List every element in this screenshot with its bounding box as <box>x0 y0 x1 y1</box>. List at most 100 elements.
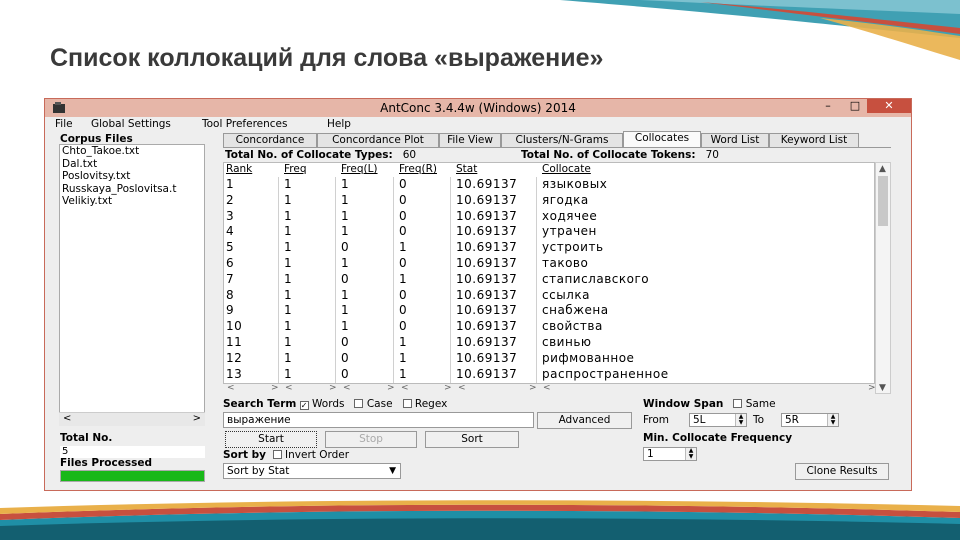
column-header-rank[interactable]: Rank <box>226 163 252 175</box>
cell-stat: 10.69137 <box>456 350 518 365</box>
cell-stat: 10.69137 <box>456 303 518 318</box>
words-checkbox[interactable]: ✓ <box>299 401 309 410</box>
spinner-arrows-icon[interactable]: ▲ ▼ <box>685 448 696 460</box>
cell-rank: 10 <box>226 319 243 334</box>
menu-file[interactable]: File <box>55 118 73 130</box>
case-checkbox[interactable] <box>354 399 364 408</box>
corpus-file-list[interactable]: Chto_Takoe.txt Dal.txt Poslovitsy.txt Ru… <box>59 144 205 426</box>
cell-freq: 1 <box>284 177 293 191</box>
maximize-button[interactable]: □ <box>842 99 868 113</box>
cell-freq-l: 1 <box>341 208 350 223</box>
window-span-label: Window Span <box>643 398 724 410</box>
case-label: Case <box>366 398 393 410</box>
bottom-ribbon-decoration <box>0 500 960 540</box>
search-term-label: Search Term <box>223 398 297 410</box>
to-spinner[interactable]: 5R ▲ ▼ <box>781 413 839 427</box>
cell-freq-l: 0 <box>341 350 350 365</box>
cell-stat: 10.69137 <box>456 287 518 302</box>
scroll-down-icon[interactable]: ▼ <box>879 383 886 393</box>
window-span-row: Window Span Same <box>643 398 776 410</box>
table-row[interactable]: 3 1 1 0 10.69137 ходячее <box>224 209 874 225</box>
column-header-collocate[interactable]: Collocate <box>542 163 591 175</box>
column-header-stat[interactable]: Stat <box>456 163 477 175</box>
scroll-right-icon[interactable]: > <box>193 413 201 424</box>
cell-stat: 10.69137 <box>456 256 518 270</box>
collocate-tokens-label: Total No. of Collocate Tokens: <box>521 149 696 161</box>
tab-concordance-plot[interactable]: Concordance Plot <box>317 133 439 148</box>
slide-title: Список коллокаций для слова «выражение» <box>50 44 604 72</box>
total-files-label: Total No. <box>60 432 113 444</box>
to-label: To <box>753 414 765 426</box>
min-frequency-spinner[interactable]: 1 ▲ ▼ <box>643 447 697 461</box>
cell-rank: 3 <box>226 208 235 223</box>
collocates-table[interactable]: Rank Freq Freq(L) Freq(R) Stat Collocate… <box>223 162 875 384</box>
menu-help[interactable]: Help <box>327 118 351 130</box>
column-header-freq[interactable]: Freq <box>284 163 307 175</box>
column-header-freq-l[interactable]: Freq(L) <box>341 163 378 175</box>
clone-results-button[interactable]: Clone Results <box>795 463 889 480</box>
same-checkbox[interactable] <box>733 399 743 408</box>
table-row[interactable]: 5 1 0 1 10.69137 устроить <box>224 240 874 256</box>
column-header-freq-r[interactable]: Freq(R) <box>399 163 437 175</box>
tab-collocates[interactable]: Collocates <box>623 131 701 147</box>
corpus-file-item[interactable]: Poslovitsy.txt <box>60 170 204 183</box>
title-bar[interactable]: AntConc 3.4.4w (Windows) 2014 – □ ✕ <box>45 99 911 117</box>
minimize-button[interactable]: – <box>815 99 841 113</box>
table-row[interactable]: 8 1 1 0 10.69137 ссылка <box>224 288 874 304</box>
corpus-horizontal-scrollbar[interactable]: < > <box>59 412 205 426</box>
table-row[interactable]: 9 1 1 0 10.69137 снабжена <box>224 303 874 319</box>
cell-freq-l: 0 <box>341 335 350 349</box>
spinner-arrows-icon[interactable]: ▲ ▼ <box>827 414 838 426</box>
search-term-input[interactable]: выражение <box>223 412 534 428</box>
stop-button[interactable]: Stop <box>325 431 417 448</box>
cell-freq: 1 <box>284 287 293 302</box>
corpus-file-item[interactable]: Chto_Takoe.txt <box>60 145 204 158</box>
cell-collocate: свинью <box>542 335 592 349</box>
table-row[interactable]: 7 1 0 1 10.69137 стапиславского <box>224 272 874 288</box>
cell-freq-l: 1 <box>341 256 350 270</box>
cell-freq-l: 0 <box>341 271 350 286</box>
cell-collocate: свойства <box>542 319 603 334</box>
tab-clusters-ngrams[interactable]: Clusters/N-Grams <box>501 133 623 148</box>
cell-freq: 1 <box>284 319 293 334</box>
table-vertical-scrollbar[interactable]: ▲ ▼ <box>875 162 891 394</box>
sort-by-select[interactable]: Sort by Stat ▼ <box>223 463 401 479</box>
scroll-thumb[interactable] <box>878 176 888 226</box>
min-collocate-frequency-label: Min. Collocate Frequency <box>643 432 793 444</box>
menu-global-settings[interactable]: Global Settings <box>91 118 171 130</box>
spinner-arrows-icon[interactable]: ▲ ▼ <box>735 414 746 426</box>
table-row[interactable]: 10 1 1 0 10.69137 свойства <box>224 319 874 335</box>
regex-checkbox[interactable] <box>402 399 412 408</box>
close-button[interactable]: ✕ <box>867 99 911 113</box>
table-row[interactable]: 6 1 1 0 10.69137 таково <box>224 256 874 272</box>
invert-order-checkbox[interactable] <box>272 450 282 459</box>
scroll-up-icon[interactable]: ▲ <box>879 164 886 174</box>
start-button[interactable]: Start <box>225 431 317 448</box>
cell-collocate: таково <box>542 256 589 270</box>
tab-keyword-list[interactable]: Keyword List <box>769 133 859 148</box>
min-frequency-value: 1 <box>647 448 654 460</box>
cell-freq-l: 1 <box>341 192 350 207</box>
corpus-file-item[interactable]: Russkaya_Poslovitsa.t <box>60 183 204 196</box>
menu-tool-preferences[interactable]: Tool Preferences <box>202 118 288 130</box>
table-row[interactable]: 4 1 1 0 10.69137 утрачен <box>224 224 874 240</box>
sort-button[interactable]: Sort <box>425 431 519 448</box>
tab-concordance[interactable]: Concordance <box>223 133 317 148</box>
table-row[interactable]: 12 1 0 1 10.69137 рифмованное <box>224 351 874 367</box>
table-row[interactable]: 1 1 1 0 10.69137 языковых <box>224 177 874 193</box>
scroll-left-icon[interactable]: < <box>63 413 71 424</box>
from-spinner[interactable]: 5L ▲ ▼ <box>689 413 747 427</box>
advanced-button[interactable]: Advanced <box>537 412 632 429</box>
cell-rank: 4 <box>226 224 235 239</box>
table-row[interactable]: 2 1 1 0 10.69137 ягодка <box>224 193 874 209</box>
table-row[interactable]: 11 1 0 1 10.69137 свинью <box>224 335 874 351</box>
cell-freq: 1 <box>284 192 293 207</box>
words-label: Words <box>312 398 345 410</box>
corpus-file-item[interactable]: Velikiy.txt <box>60 195 204 208</box>
corpus-file-item[interactable]: Dal.txt <box>60 158 204 171</box>
cell-collocate: снабжена <box>542 303 609 318</box>
tab-file-view[interactable]: File View <box>439 133 501 148</box>
files-processed-progress <box>60 470 205 482</box>
table-row[interactable]: 13 1 0 1 10.69137 распространенное <box>224 367 874 383</box>
tab-word-list[interactable]: Word List <box>701 133 769 148</box>
